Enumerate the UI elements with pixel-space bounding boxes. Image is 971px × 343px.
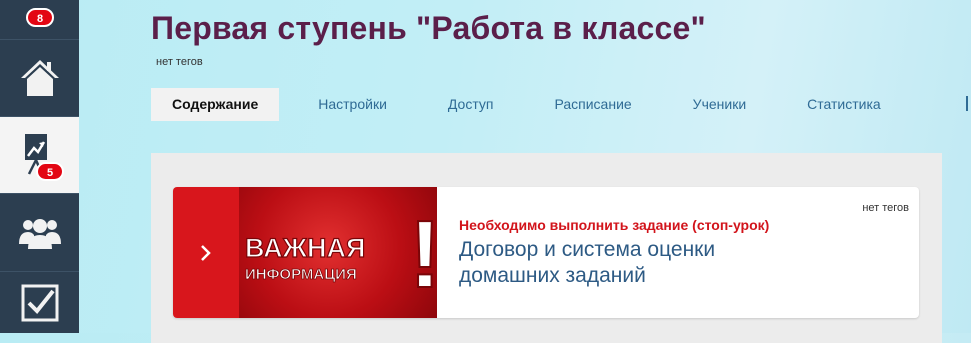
- page-tags: нет тегов: [156, 56, 203, 68]
- tab-more[interactable]: [966, 96, 968, 111]
- lesson-requirement: Необходимо выполнить задание (стоп-урок): [459, 217, 770, 233]
- lesson-card[interactable]: ВАЖНАЯ ИНФОРМАЦИЯ ! нет тегов Необходимо…: [173, 187, 919, 318]
- sidebar-item-notifications[interactable]: 8: [0, 0, 79, 40]
- lesson-tags: нет тегов: [862, 202, 909, 214]
- chevron-right-icon: [201, 244, 211, 261]
- lesson-title[interactable]: Договор и система оценки домашних задани…: [459, 237, 819, 289]
- tab-content[interactable]: Содержание: [151, 88, 280, 121]
- users-icon: [18, 218, 61, 249]
- checkbox-icon: [21, 284, 58, 321]
- tab-settings[interactable]: Настройки: [318, 88, 387, 121]
- tab-schedule[interactable]: Расписание: [554, 88, 631, 121]
- home-icon: [20, 59, 59, 96]
- sidebar: 8 5: [0, 0, 79, 333]
- sidebar-item-trainings[interactable]: 5: [0, 117, 79, 194]
- tab-access[interactable]: Доступ: [448, 88, 494, 121]
- important-info-banner: ВАЖНАЯ ИНФОРМАЦИЯ !: [239, 187, 442, 318]
- svg-text:ВАЖНАЯ: ВАЖНАЯ: [245, 233, 365, 263]
- svg-text:ИНФОРМАЦИЯ: ИНФОРМАЦИЯ: [245, 266, 357, 283]
- notification-badge: 8: [26, 8, 54, 27]
- svg-text:!: !: [409, 201, 437, 308]
- page-title: Первая ступень "Работа в классе": [151, 10, 706, 46]
- important-info-image: ВАЖНАЯ ИНФОРМАЦИЯ !: [244, 200, 442, 309]
- tab-bar: Содержание Настройки Доступ Расписание У…: [151, 88, 881, 121]
- sidebar-item-users[interactable]: [0, 194, 79, 272]
- tab-students[interactable]: Ученики: [693, 88, 746, 121]
- tab-statistics[interactable]: Статистика: [807, 88, 881, 121]
- sidebar-item-tasks[interactable]: [0, 272, 79, 333]
- sidebar-item-home[interactable]: [0, 39, 79, 117]
- expand-button[interactable]: [173, 187, 239, 318]
- progress-badge: 5: [36, 162, 64, 181]
